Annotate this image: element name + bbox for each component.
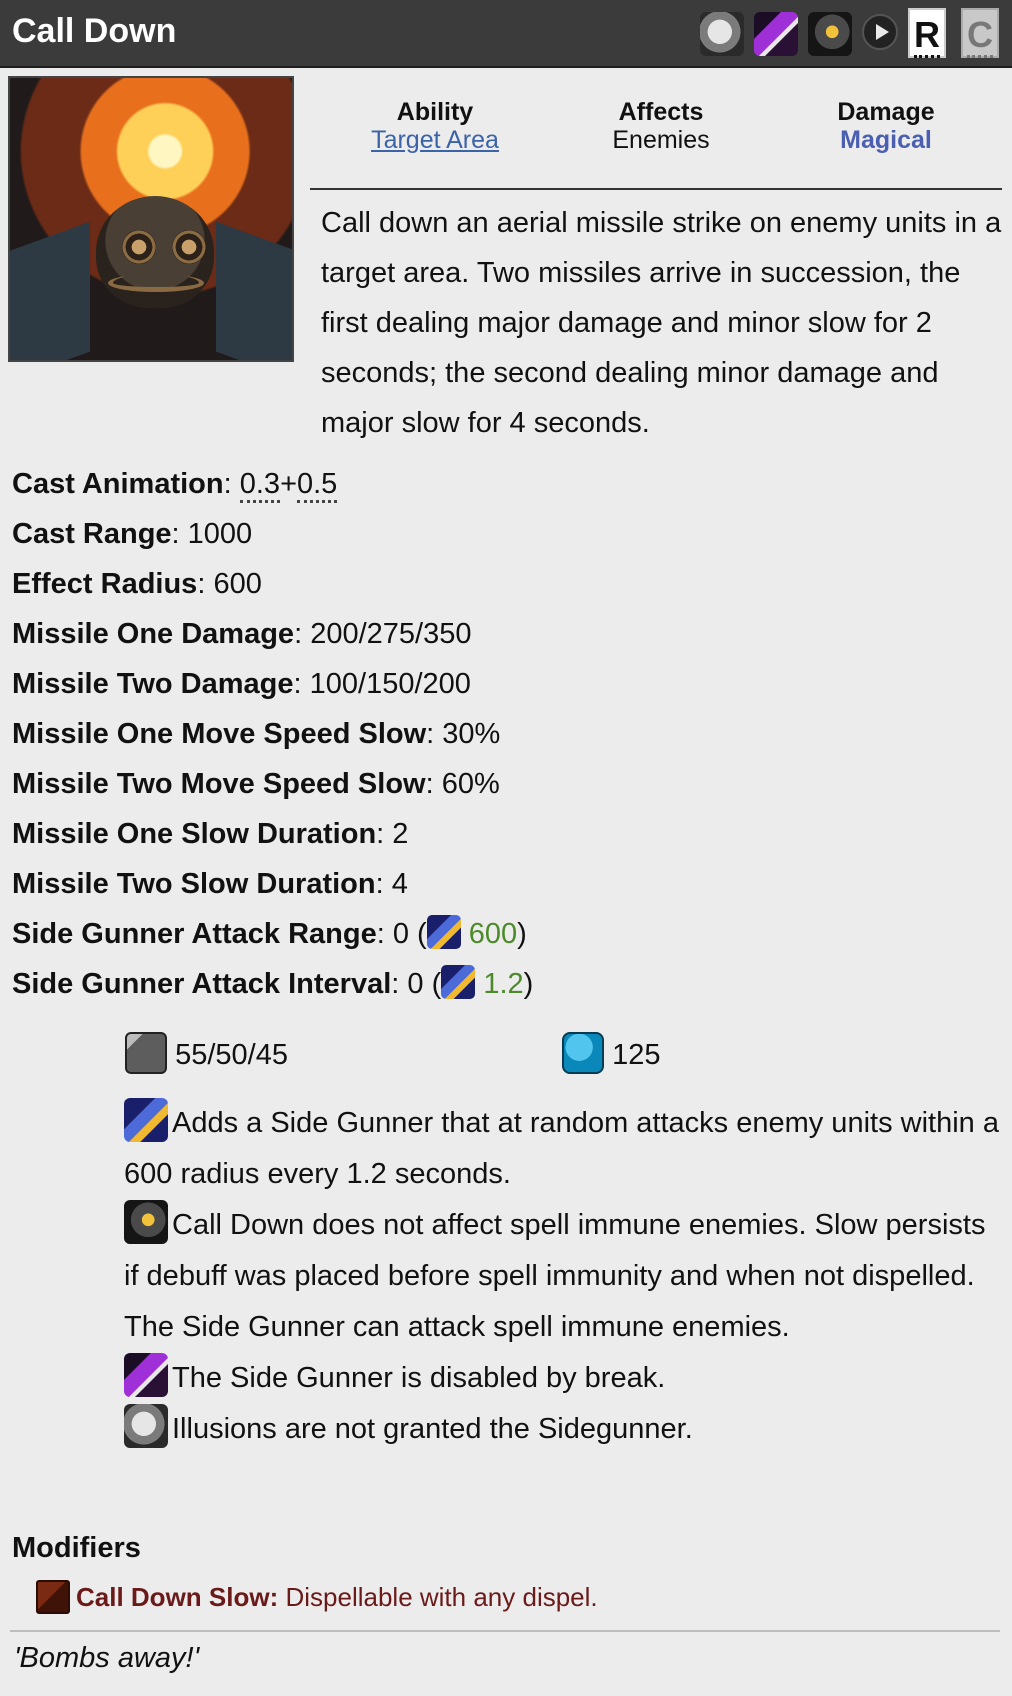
stat-label: Missile One Damage	[12, 618, 295, 650]
ability-title: Call Down	[12, 12, 177, 50]
debuff-icon	[36, 1580, 70, 1614]
stat-cast-range: Cast Range: 1000	[12, 518, 253, 550]
hotkey-c-box[interactable]: C	[961, 8, 999, 58]
stat-missile-one-damage: Missile One Damage: 200/275/350	[12, 618, 472, 650]
aghs-value: 600	[468, 918, 518, 950]
affects: Affects Enemies	[546, 98, 776, 154]
note-side-gunner-immunity: The Side Gunner can attack spell immune …	[124, 1311, 790, 1343]
mana-value: 125	[612, 1039, 661, 1071]
stat-missile-two-slow: Missile Two Move Speed Slow: 60%	[12, 768, 500, 800]
mana-cost: 125	[562, 1032, 660, 1077]
stat-label: Missile Two Slow Duration	[12, 868, 376, 900]
stat-value: 0	[392, 918, 409, 950]
stat-value: 2	[392, 818, 409, 850]
stat-missile-two-damage: Missile Two Damage: 100/150/200	[12, 668, 471, 700]
affects-value: Enemies	[612, 126, 710, 154]
stat-label: Missile Two Damage	[12, 668, 294, 700]
affects-label: Affects	[618, 98, 704, 126]
note-spell-immunity: Call Down does not affect spell immune e…	[124, 1200, 1004, 1302]
stat-label: Cast Animation	[12, 468, 224, 500]
divider	[310, 188, 1002, 190]
stat-value: 600	[213, 568, 262, 600]
stat-value: 30%	[442, 718, 501, 750]
note-break: The Side Gunner is disabled by break.	[124, 1353, 1004, 1404]
stat-label: Effect Radius	[12, 568, 198, 600]
cooldown: 55/50/45	[125, 1032, 288, 1077]
stat-value: 1000	[187, 518, 253, 550]
divider	[10, 1630, 1000, 1632]
modifier-name: Call Down Slow:	[76, 1582, 279, 1612]
stat-value: 200/275/350	[310, 618, 472, 650]
stat-missile-one-slow: Missile One Move Speed Slow: 30%	[12, 718, 501, 750]
stat-side-gunner-interval: Side Gunner Attack Interval: 0 ( 1.2)	[12, 959, 1002, 1009]
aghs-value: 1.2	[483, 968, 524, 1000]
portrait-wing	[216, 221, 292, 360]
modifier-row: Call Down Slow: Dispellable with any dis…	[36, 1580, 598, 1614]
stat-label: Side Gunner Attack Interval	[12, 968, 392, 1000]
stat-side-gunner-range: Side Gunner Attack Range: 0 ( 600)	[12, 909, 1002, 959]
stat-value: 0	[407, 968, 424, 1000]
stat-label: Missile Two Move Speed Slow	[12, 768, 426, 800]
ability-quote: 'Bombs away!'	[14, 1642, 200, 1674]
portrait-wing	[10, 221, 90, 360]
spell-immunity-icon[interactable]	[700, 12, 744, 56]
break-icon[interactable]	[754, 12, 798, 56]
ability-portrait	[8, 76, 294, 362]
damage-label: Damage	[837, 98, 935, 126]
header-bar: Call Down R C	[0, 0, 1012, 68]
stat-label: Side Gunner Attack Range	[12, 918, 377, 950]
stats-list: Cast Animation: 0.3+0.5 Cast Range: 1000…	[12, 459, 1002, 1009]
ability-description: Call down an aerial missile strike on en…	[321, 207, 1002, 439]
aghanims-scepter-icon[interactable]	[124, 1098, 168, 1142]
aghanims-scepter-icon[interactable]	[441, 965, 476, 999]
modifier-text: Dispellable with any dispel.	[285, 1582, 598, 1612]
play-icon[interactable]	[862, 14, 898, 50]
aghanims-scepter-icon[interactable]	[426, 915, 461, 949]
stat-effect-radius: Effect Radius: 600	[12, 568, 262, 600]
stat-missile-one-duration: Missile One Slow Duration: 2	[12, 818, 409, 850]
stat-value: 60%	[441, 768, 500, 800]
damage-value: Magical	[840, 126, 932, 154]
spell-pierce-icon[interactable]	[808, 12, 852, 56]
mana-icon	[562, 1032, 604, 1074]
note-aghs: Adds a Side Gunner that at random attack…	[124, 1098, 1004, 1200]
spell-immunity-icon[interactable]	[124, 1200, 168, 1244]
stat-cast-animation: Cast Animation: 0.3+0.5	[12, 459, 1002, 509]
ability-notes: Adds a Side Gunner that at random attack…	[124, 1098, 1004, 1455]
portrait-goggle	[172, 230, 206, 264]
damage-type: Damage Magical	[771, 98, 1001, 154]
cast-point-value[interactable]: 0.3	[239, 468, 281, 503]
note-text: The Side Gunner is disabled by break.	[172, 1362, 666, 1394]
portrait-goggle	[122, 230, 156, 264]
note-illusions: Illusions are not granted the Sidegunner…	[124, 1404, 1004, 1455]
cooldown-icon	[125, 1032, 167, 1074]
cooldown-value: 55/50/45	[175, 1039, 288, 1071]
hotkey-r-box[interactable]: R	[908, 8, 946, 58]
ability-card: Call Down R C Ability Target Area Affect…	[0, 0, 1012, 1696]
modifiers-heading: Modifiers	[12, 1532, 141, 1564]
hotkey-r-label: R	[914, 14, 940, 58]
note-text: Call Down does not affect spell immune e…	[124, 1209, 986, 1292]
target-area-link[interactable]: Target Area	[371, 126, 499, 154]
stat-value: 100/150/200	[309, 668, 471, 700]
cast-backswing-value[interactable]: 0.5	[297, 468, 338, 503]
note-text: Adds a Side Gunner that at random attack…	[124, 1107, 999, 1190]
break-icon[interactable]	[124, 1353, 168, 1397]
stat-missile-two-duration: Missile Two Slow Duration: 4	[12, 868, 408, 900]
ability-label: Ability	[396, 98, 474, 126]
stat-label: Missile One Move Speed Slow	[12, 718, 427, 750]
portrait-mustache	[108, 274, 204, 292]
ability-type: Ability Target Area	[320, 98, 550, 154]
illusion-icon[interactable]	[124, 1404, 168, 1448]
stat-label: Cast Range	[12, 518, 172, 550]
hotkey-c-label: C	[967, 14, 993, 58]
note-text: Illusions are not granted the Sidegunner…	[172, 1413, 693, 1445]
stat-label: Missile One Slow Duration	[12, 818, 377, 850]
stat-value: 4	[391, 868, 408, 900]
